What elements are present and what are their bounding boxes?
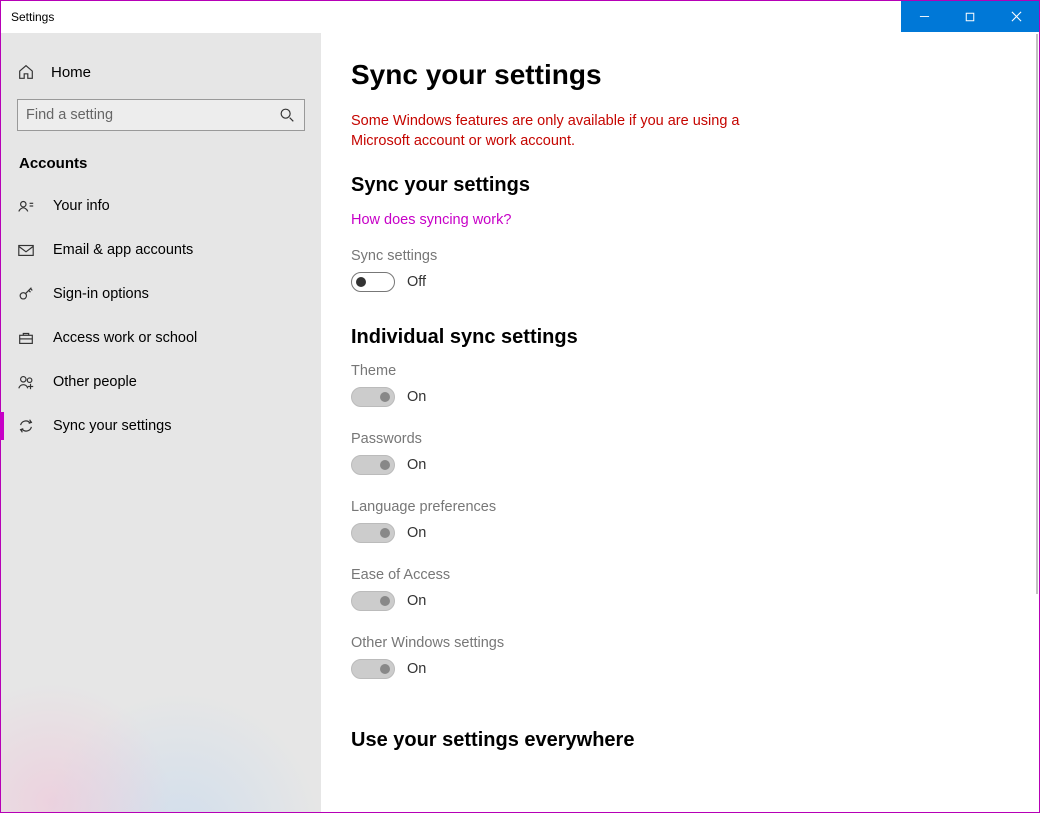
- home-label: Home: [51, 64, 91, 81]
- window-caption-buttons: [901, 1, 1039, 33]
- passwords-label: Passwords: [351, 431, 1009, 447]
- other-toggle-row: On: [351, 659, 1009, 679]
- mail-icon: [17, 241, 35, 259]
- language-state: On: [407, 525, 426, 541]
- sync-settings-label: Sync settings: [351, 248, 1009, 264]
- sync-icon: [17, 417, 35, 435]
- sidebar-section-label: Accounts: [1, 149, 321, 184]
- home-icon: [17, 63, 35, 81]
- sidebar-item-sync[interactable]: Sync your settings: [1, 404, 321, 448]
- maximize-button[interactable]: [947, 1, 993, 32]
- sidebar-item-your-info[interactable]: Your info: [1, 184, 321, 228]
- theme-toggle-row: On: [351, 387, 1009, 407]
- sidebar-item-other-people[interactable]: Other people: [1, 360, 321, 404]
- page-title: Sync your settings: [351, 59, 1009, 91]
- people-icon: [17, 373, 35, 391]
- sidebar-item-email[interactable]: Email & app accounts: [1, 228, 321, 272]
- section-heading-sync: Sync your settings: [351, 174, 1009, 197]
- scrollbar[interactable]: [1036, 34, 1038, 594]
- account-warning-text: Some Windows features are only available…: [351, 111, 781, 152]
- ease-toggle-row: On: [351, 591, 1009, 611]
- sidebar-background-art: [1, 672, 321, 812]
- sidebar-item-label: Your info: [53, 198, 110, 214]
- sync-settings-toggle[interactable]: [351, 272, 395, 292]
- sidebar-item-label: Access work or school: [53, 330, 197, 346]
- sidebar-item-access-work[interactable]: Access work or school: [1, 316, 321, 360]
- passwords-toggle-row: On: [351, 455, 1009, 475]
- sync-settings-toggle-row: Off: [351, 272, 1009, 292]
- search-box[interactable]: [17, 99, 305, 131]
- theme-state: On: [407, 389, 426, 405]
- language-label: Language preferences: [351, 499, 1009, 515]
- ease-label: Ease of Access: [351, 567, 1009, 583]
- search-icon: [278, 106, 296, 124]
- language-toggle[interactable]: [351, 523, 395, 543]
- section-heading-everywhere: Use your settings everywhere: [351, 729, 1009, 752]
- briefcase-icon: [17, 329, 35, 347]
- passwords-state: On: [407, 457, 426, 473]
- help-link-syncing[interactable]: How does syncing work?: [351, 212, 511, 228]
- window-body: Home Accounts Your info Email & app: [1, 33, 1039, 812]
- ease-state: On: [407, 593, 426, 609]
- sidebar-item-label: Email & app accounts: [53, 242, 193, 258]
- ease-of-access-toggle[interactable]: [351, 591, 395, 611]
- other-state: On: [407, 661, 426, 677]
- search-input[interactable]: [26, 107, 278, 123]
- other-label: Other Windows settings: [351, 635, 1009, 651]
- passwords-toggle[interactable]: [351, 455, 395, 475]
- settings-window: Settings Home: [0, 0, 1040, 813]
- person-card-icon: [17, 197, 35, 215]
- key-icon: [17, 285, 35, 303]
- main-content: Sync your settings Some Windows features…: [321, 33, 1039, 812]
- sidebar-item-label: Other people: [53, 374, 137, 390]
- close-button[interactable]: [993, 1, 1039, 32]
- sync-settings-state: Off: [407, 274, 426, 290]
- language-toggle-row: On: [351, 523, 1009, 543]
- sidebar-item-label: Sign-in options: [53, 286, 149, 302]
- section-heading-individual: Individual sync settings: [351, 326, 1009, 349]
- theme-label: Theme: [351, 363, 1009, 379]
- minimize-button[interactable]: [901, 1, 947, 32]
- sidebar: Home Accounts Your info Email & app: [1, 33, 321, 812]
- theme-toggle[interactable]: [351, 387, 395, 407]
- sidebar-item-signin[interactable]: Sign-in options: [1, 272, 321, 316]
- titlebar: Settings: [1, 1, 1039, 33]
- window-title: Settings: [11, 10, 54, 24]
- sidebar-item-label: Sync your settings: [53, 418, 171, 434]
- other-windows-toggle[interactable]: [351, 659, 395, 679]
- home-nav-item[interactable]: Home: [1, 53, 321, 91]
